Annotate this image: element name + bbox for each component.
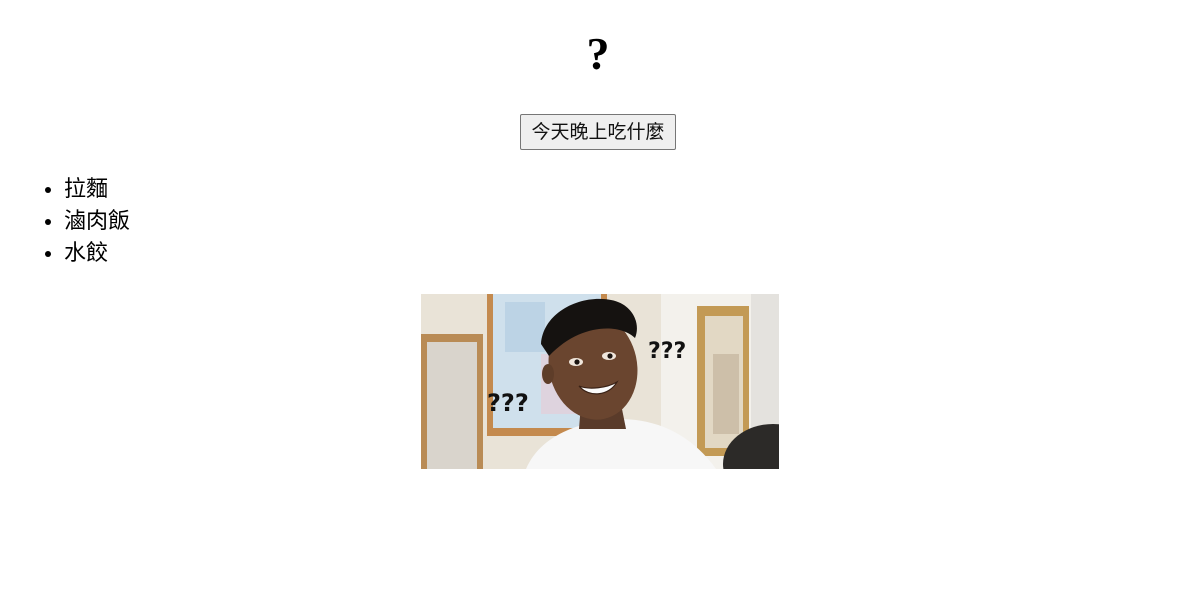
confused-man-meme-illustration: ??? ???	[421, 294, 779, 469]
button-container: 今天晚上吃什麼	[0, 114, 1196, 150]
food-list: 拉麵 滷肉飯 水餃	[0, 174, 130, 270]
question-marks-left: ???	[487, 389, 529, 417]
list-item: 水餃	[64, 238, 130, 270]
what-to-eat-button[interactable]: 今天晚上吃什麼	[520, 114, 676, 150]
list-item: 拉麵	[64, 174, 130, 206]
page-title: ?	[586, 28, 610, 79]
meme-image: ??? ???	[421, 294, 779, 469]
list-item: 滷肉飯	[64, 206, 130, 238]
question-marks-right: ???	[648, 339, 686, 364]
